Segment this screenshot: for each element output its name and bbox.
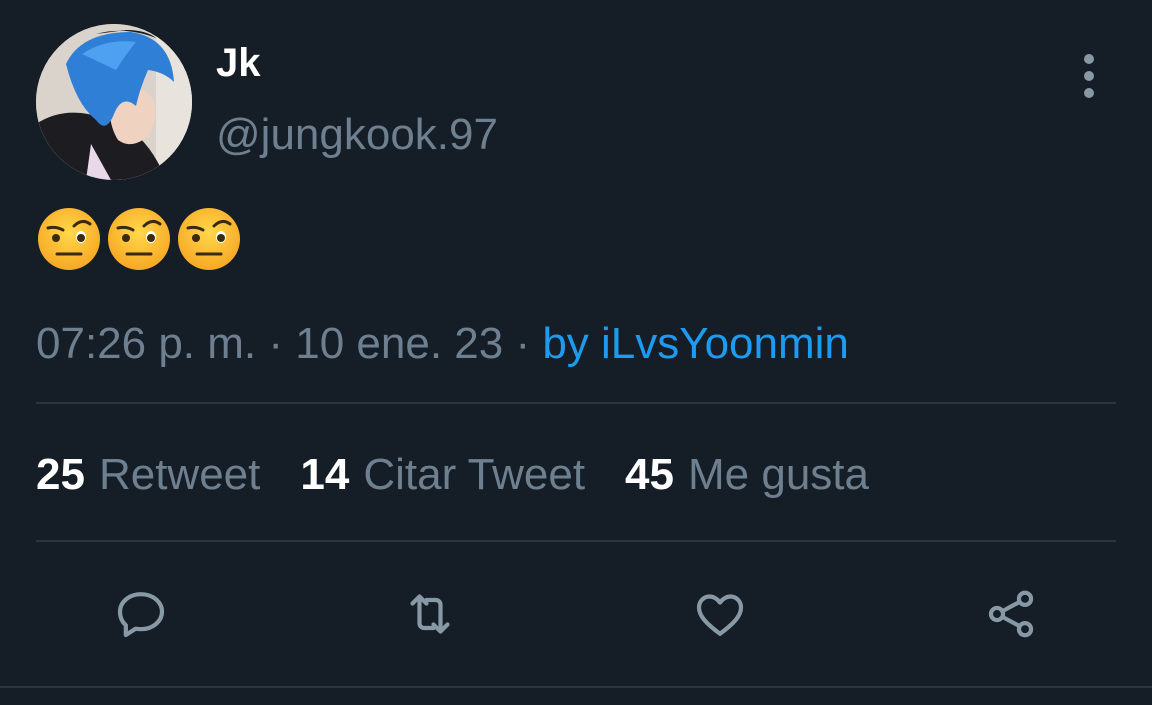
retweet-icon xyxy=(410,594,450,634)
more-options-icon[interactable] xyxy=(1070,54,1108,98)
tweet-stats: 25 Retweet 14 Citar Tweet 45 Me gusta xyxy=(36,450,909,500)
tweet-text xyxy=(36,206,242,272)
reply-button[interactable] xyxy=(111,584,171,644)
dot xyxy=(1084,71,1094,81)
tweet-date[interactable]: 10 ene. 23 xyxy=(295,319,503,368)
divider xyxy=(0,686,1152,688)
quotes-count: 14 xyxy=(300,450,350,499)
retweets-label: Retweet xyxy=(98,450,261,499)
tweet-meta: 07:26 p. m. · 10 ene. 23 · by iLvsYoonmi… xyxy=(36,318,849,370)
separator: · xyxy=(256,319,296,368)
divider xyxy=(36,540,1116,542)
quotes-label: Citar Tweet xyxy=(363,450,586,499)
separator: · xyxy=(503,319,543,368)
dot xyxy=(1084,54,1094,64)
likes-count: 45 xyxy=(625,450,674,499)
profile-photo xyxy=(36,24,192,180)
likes-stat[interactable]: 45 Me gusta xyxy=(625,450,869,500)
avatar[interactable] xyxy=(36,24,192,180)
reply-icon xyxy=(117,592,165,638)
retweets-stat[interactable]: 25 Retweet xyxy=(36,450,260,500)
raised-eyebrow-emoji-icon xyxy=(178,208,240,270)
author-handle[interactable]: @jungkook.97 xyxy=(216,108,498,162)
tweet-time[interactable]: 07:26 p. m. xyxy=(36,319,256,368)
dot xyxy=(1084,88,1094,98)
divider xyxy=(36,402,1116,404)
share-button[interactable] xyxy=(981,584,1041,644)
retweet-button[interactable] xyxy=(400,584,460,644)
share-icon xyxy=(988,590,1034,638)
likes-label: Me gusta xyxy=(688,450,869,499)
author-name[interactable]: Jk xyxy=(216,38,261,88)
raised-eyebrow-emoji-icon xyxy=(108,208,170,270)
like-button[interactable] xyxy=(690,584,750,644)
quotes-stat[interactable]: 14 Citar Tweet xyxy=(300,450,585,500)
tweet-source-link[interactable]: by iLvsYoonmin xyxy=(542,319,849,368)
raised-eyebrow-emoji-icon xyxy=(38,208,100,270)
retweets-count: 25 xyxy=(36,450,85,499)
heart-icon xyxy=(696,594,744,636)
